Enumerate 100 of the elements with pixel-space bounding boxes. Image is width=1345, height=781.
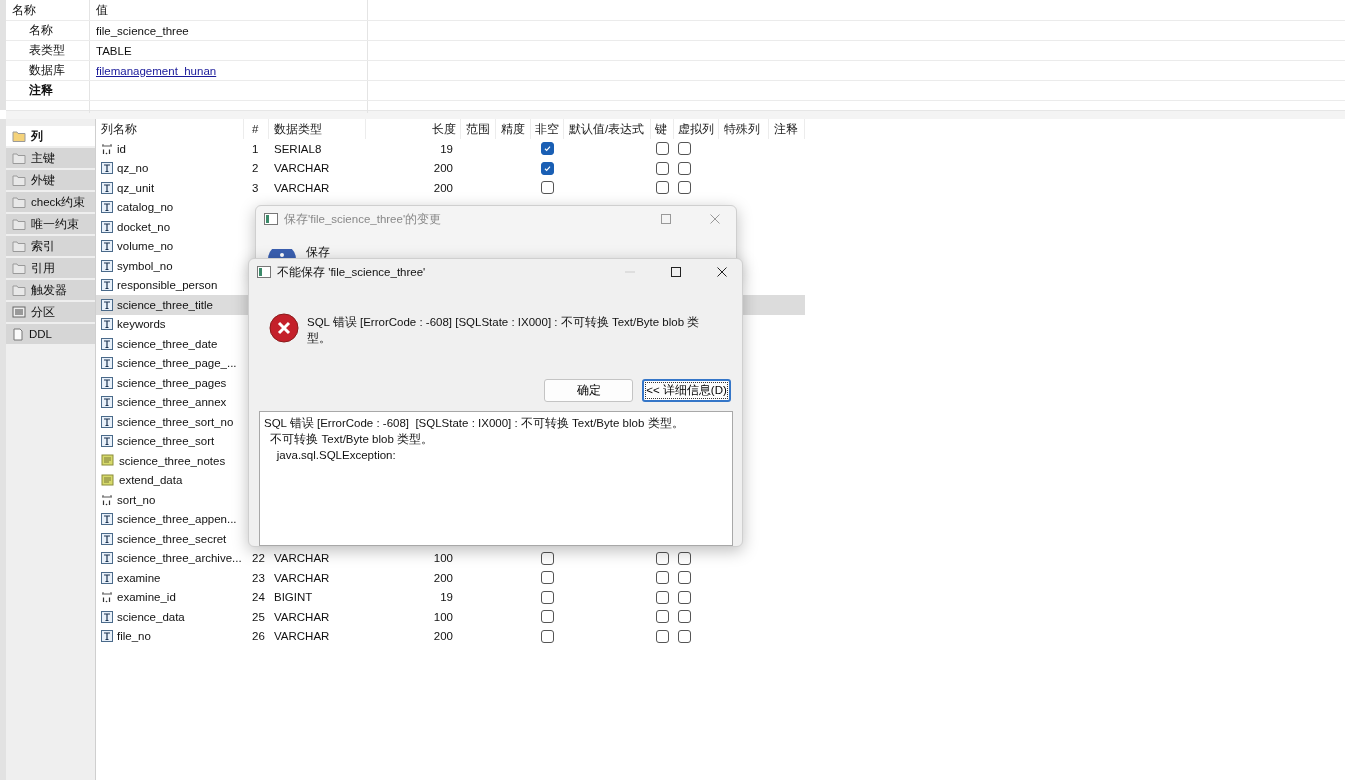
folder-icon — [12, 262, 26, 274]
sidebar-tab[interactable]: 唯一约束 — [6, 214, 95, 234]
sidebar-tab[interactable]: 索引 — [6, 236, 95, 256]
key-checkbox[interactable] — [656, 571, 669, 585]
length-value: 200 — [433, 630, 453, 643]
virtual-column-checkbox[interactable] — [678, 590, 691, 604]
column-header[interactable]: 键 — [651, 119, 674, 139]
sidebar-tab[interactable]: 引用 — [6, 258, 95, 278]
text-type-icon — [101, 376, 113, 389]
column-header[interactable]: # — [244, 119, 269, 139]
column-header[interactable]: 长度 — [366, 119, 461, 139]
text-type-icon — [101, 532, 113, 545]
not-null-checkbox[interactable] — [541, 181, 554, 195]
sidebar-tab[interactable]: 外键 — [6, 170, 95, 190]
column-header[interactable]: 默认值/表达式 — [564, 119, 651, 139]
details-line: 不可转换 Text/Byte blob 类型。 — [269, 432, 433, 447]
column-name: science_three_page_... — [117, 357, 237, 370]
text-type-icon — [101, 279, 113, 292]
data-type: VARCHAR — [274, 630, 330, 643]
column-name: symbol_no — [117, 259, 173, 272]
text-type-icon — [101, 435, 113, 448]
column-header[interactable]: 注释 — [769, 119, 805, 139]
folder-icon — [12, 240, 26, 252]
length-value: 100 — [433, 610, 453, 623]
database-link[interactable]: filemanagement_hunan — [90, 61, 368, 80]
sidebar-tab[interactable]: DDL — [6, 324, 95, 344]
window-icon — [264, 213, 278, 225]
column-name: extend_data — [119, 474, 183, 487]
dialog-title: 保存'file_science_three'的变更 — [284, 211, 443, 227]
column-name: qz_unit — [117, 181, 155, 194]
column-name: keywords — [117, 318, 166, 331]
virtual-column-checkbox[interactable] — [678, 142, 691, 156]
sidebar-tab[interactable]: 主键 — [6, 148, 95, 168]
column-name: science_three_notes — [119, 454, 226, 467]
text-type-icon — [101, 220, 113, 233]
text-type-icon — [101, 162, 113, 175]
text-type-icon — [101, 201, 113, 214]
list-icon — [12, 306, 26, 318]
column-name: science_data — [117, 610, 185, 623]
sidebar-tab[interactable]: 触发器 — [6, 280, 95, 300]
column-header[interactable]: 虚拟列 — [674, 119, 719, 139]
text-type-icon — [101, 415, 113, 428]
details-line: java.sql.SQLException: — [275, 448, 396, 463]
virtual-column-checkbox[interactable] — [678, 161, 691, 175]
column-header: 名称 — [6, 0, 90, 20]
column-name: id — [117, 142, 126, 155]
sidebar-tab[interactable]: 分区 — [6, 302, 95, 322]
column-header[interactable]: 列名称 — [96, 119, 244, 139]
not-null-checkbox[interactable] — [541, 629, 554, 643]
column-name: docket_no — [117, 220, 171, 233]
not-null-checkbox[interactable] — [541, 610, 554, 624]
close-icon — [708, 213, 721, 225]
column-name: science_three_appen... — [117, 513, 237, 526]
virtual-column-checkbox[interactable] — [678, 571, 691, 585]
virtual-column-checkbox[interactable] — [678, 551, 691, 565]
sidebar-tab[interactable]: check约束 — [6, 192, 95, 212]
key-checkbox[interactable] — [656, 551, 669, 565]
key-checkbox[interactable] — [656, 590, 669, 604]
not-null-checkbox[interactable] — [541, 142, 554, 156]
column-header[interactable]: 特殊列 — [719, 119, 769, 139]
column-name: file_no — [117, 630, 151, 643]
data-type: VARCHAR — [274, 571, 330, 584]
not-null-checkbox[interactable] — [541, 161, 554, 175]
property-name: 注释 — [6, 81, 90, 100]
folder-icon — [12, 130, 26, 142]
folder-icon — [12, 218, 26, 230]
text-type-icon — [101, 630, 113, 643]
column-name: science_three_pages — [117, 376, 227, 389]
key-checkbox[interactable] — [656, 181, 669, 195]
column-header: 值 — [90, 0, 368, 20]
data-type: VARCHAR — [274, 610, 330, 623]
column-header[interactable]: 非空 — [531, 119, 564, 139]
column-header[interactable]: 精度 — [496, 119, 531, 139]
sidebar-tab[interactable]: 列 — [6, 126, 95, 146]
column-number: 24 — [252, 591, 265, 604]
property-name: 数据库 — [6, 61, 90, 80]
length-value: 200 — [433, 162, 453, 175]
column-header[interactable]: 数据类型 — [269, 119, 366, 139]
dialog-button[interactable]: << 详细信息(D) — [642, 379, 731, 402]
column-name: sort_no — [117, 493, 156, 506]
text-type-icon — [101, 552, 113, 565]
dialog-button[interactable]: 确定 — [544, 379, 633, 402]
key-checkbox[interactable] — [656, 610, 669, 624]
virtual-column-checkbox[interactable] — [678, 629, 691, 643]
virtual-column-checkbox[interactable] — [678, 610, 691, 624]
not-null-checkbox[interactable] — [541, 571, 554, 585]
column-number: 2 — [252, 162, 259, 175]
data-type: BIGINT — [274, 591, 313, 604]
key-checkbox[interactable] — [656, 629, 669, 643]
column-name: science_three_date — [117, 337, 218, 350]
note-icon — [101, 473, 115, 487]
virtual-column-checkbox[interactable] — [678, 181, 691, 195]
key-checkbox[interactable] — [656, 142, 669, 156]
column-number: 25 — [252, 610, 265, 623]
column-header[interactable]: 范围 — [461, 119, 496, 139]
not-null-checkbox[interactable] — [541, 551, 554, 565]
window-icon — [257, 266, 271, 278]
not-null-checkbox[interactable] — [541, 590, 554, 604]
folder-icon — [12, 152, 26, 164]
key-checkbox[interactable] — [656, 161, 669, 175]
